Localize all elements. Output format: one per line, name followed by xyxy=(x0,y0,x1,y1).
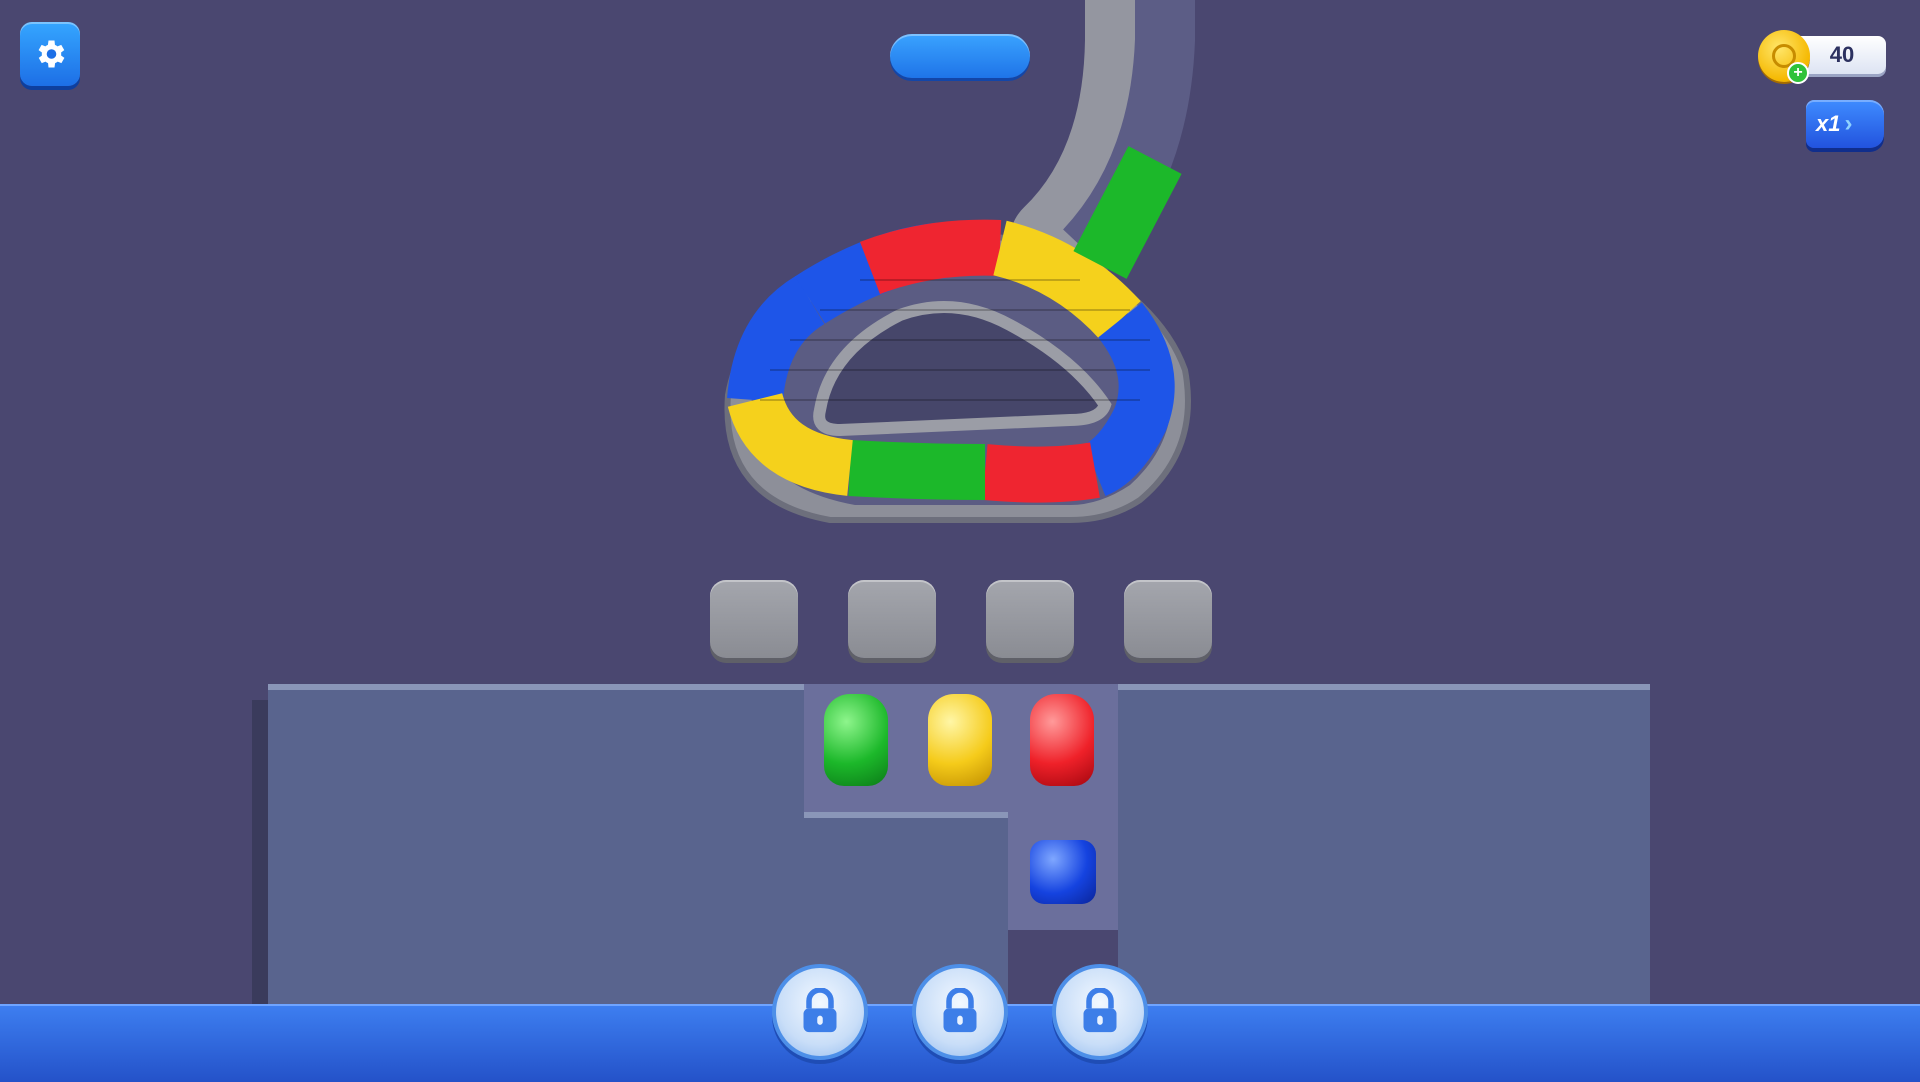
green-shooter-piece[interactable] xyxy=(824,694,888,786)
empty-slot[interactable] xyxy=(848,580,936,658)
yellow-shooter-piece[interactable] xyxy=(928,694,992,786)
lock-icon xyxy=(803,988,837,1033)
locked-slot-button[interactable] xyxy=(772,964,868,1060)
lock-icon xyxy=(1083,988,1117,1033)
empty-slot[interactable] xyxy=(710,580,798,658)
board-right-panel xyxy=(1118,684,1650,1004)
red-shooter-piece[interactable] xyxy=(1030,694,1094,786)
empty-slot[interactable] xyxy=(986,580,1074,658)
locked-slot-button[interactable] xyxy=(912,964,1008,1060)
board-left-panel xyxy=(268,684,804,1004)
lock-icon xyxy=(943,988,977,1033)
locked-slot-button[interactable] xyxy=(1052,964,1148,1060)
empty-slot[interactable] xyxy=(1124,580,1212,658)
blue-block-piece[interactable] xyxy=(1030,840,1096,904)
